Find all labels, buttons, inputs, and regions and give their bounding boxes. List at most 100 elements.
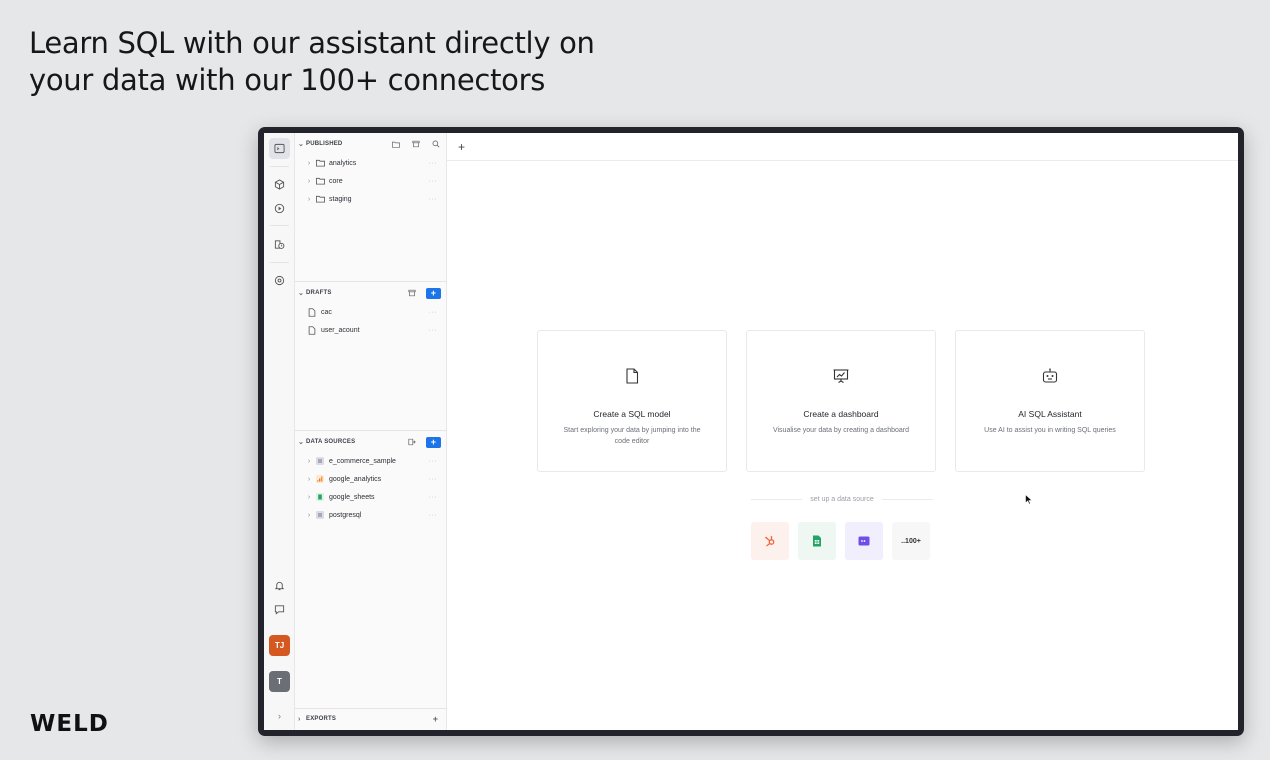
section-divider xyxy=(295,281,447,282)
chevron-down-icon[interactable]: ⌄ xyxy=(298,438,306,446)
workspace-avatar[interactable]: T xyxy=(269,671,290,692)
expand-icon[interactable]: › xyxy=(269,705,290,726)
more-icon[interactable]: ··· xyxy=(429,327,438,334)
chevron-right-icon[interactable]: › xyxy=(304,458,314,465)
more-icon[interactable]: ··· xyxy=(429,476,438,483)
datasource-label: set up a data source xyxy=(810,496,874,503)
sidebar: ⌄ PUBLISHED › analytics ··· › core ··· ›… xyxy=(295,133,447,730)
published-header[interactable]: ⌄ PUBLISHED xyxy=(295,134,447,154)
more-icon[interactable]: ··· xyxy=(429,458,438,465)
headline: Learn SQL with our assistant directly on… xyxy=(29,25,595,99)
folder-icon xyxy=(314,176,326,186)
main-area: + Create a SQL model Start exploring you… xyxy=(447,133,1238,730)
action-cards: Create a SQL model Start exploring your … xyxy=(537,330,1145,472)
hubspot-connector[interactable] xyxy=(751,522,789,560)
rail-divider xyxy=(270,166,289,167)
presentation-chart-icon xyxy=(833,369,849,383)
app-screen: TJ T › ⌄ PUBLISHED › analytics ··· › cor… xyxy=(264,133,1238,730)
card-description: Visualise your data by creating a dashbo… xyxy=(772,427,910,434)
folder-row-core[interactable]: › core ··· xyxy=(295,172,447,190)
folder-icon xyxy=(314,194,326,204)
create-sql-model-card[interactable]: Create a SQL model Start exploring your … xyxy=(537,330,727,472)
add-export-button[interactable]: + xyxy=(430,714,441,725)
chevron-right-icon[interactable]: › xyxy=(304,512,314,519)
ai-sql-assistant-card[interactable]: AI SQL Assistant Use AI to assist you in… xyxy=(955,330,1145,472)
data-sources-section: ⌄ DATA SOURCES + › e_commerce_sample ···… xyxy=(295,432,447,524)
more-icon[interactable]: ··· xyxy=(429,160,438,167)
chevron-down-icon[interactable]: ⌄ xyxy=(298,140,306,148)
chevron-right-icon[interactable]: › xyxy=(304,476,314,483)
chat-icon[interactable] xyxy=(269,599,290,620)
history-icon[interactable] xyxy=(269,234,290,255)
file-icon xyxy=(306,325,318,335)
play-icon[interactable] xyxy=(269,198,290,219)
user-avatar[interactable]: TJ xyxy=(269,635,290,656)
new-tab-button[interactable]: + xyxy=(458,140,465,154)
bell-icon[interactable] xyxy=(269,575,290,596)
card-description: Start exploring your data by jumping int… xyxy=(563,427,701,445)
source-row-google-sheets[interactable]: › google_sheets ··· xyxy=(295,488,447,506)
cube-icon[interactable] xyxy=(269,174,290,195)
drafts-header[interactable]: ⌄ DRAFTS + xyxy=(295,283,447,303)
folder-row-analytics[interactable]: › analytics ··· xyxy=(295,154,447,172)
settings-icon[interactable] xyxy=(269,270,290,291)
exports-header[interactable]: › EXPORTS + xyxy=(295,709,447,729)
card-title: Create a dashboard xyxy=(803,409,879,419)
more-connectors-button[interactable]: ..100+ xyxy=(892,522,930,560)
published-title: PUBLISHED xyxy=(306,141,343,147)
chevron-right-icon[interactable]: › xyxy=(298,716,306,723)
source-row-google-analytics[interactable]: › google_analytics ··· xyxy=(295,470,447,488)
add-draft-button[interactable]: + xyxy=(426,287,441,299)
database-icon xyxy=(314,456,326,466)
data-sources-header[interactable]: ⌄ DATA SOURCES + xyxy=(295,432,447,452)
card-title: AI SQL Assistant xyxy=(1018,409,1082,419)
search-icon[interactable] xyxy=(430,139,441,150)
drafts-section: ⌄ DRAFTS + cac ··· user_acount ··· xyxy=(295,283,447,339)
exports-section: › EXPORTS + xyxy=(295,709,447,729)
connect-icon[interactable] xyxy=(406,437,417,448)
draft-row-cac[interactable]: cac ··· xyxy=(295,303,447,321)
create-dashboard-card[interactable]: Create a dashboard Visualise your data b… xyxy=(746,330,936,472)
more-icon[interactable]: ··· xyxy=(429,196,438,203)
archive-icon[interactable] xyxy=(410,139,421,150)
icon-rail: TJ T › xyxy=(264,133,295,730)
card-title: Create a SQL model xyxy=(593,409,671,419)
section-divider xyxy=(295,430,447,431)
chevron-down-icon[interactable]: ⌄ xyxy=(298,289,306,297)
google-analytics-icon xyxy=(314,474,326,484)
terminal-icon[interactable] xyxy=(269,138,290,159)
folder-row-staging[interactable]: › staging ··· xyxy=(295,190,447,208)
headline-line-1: Learn SQL with our assistant directly on xyxy=(29,26,595,60)
exports-title: EXPORTS xyxy=(306,716,337,722)
file-icon xyxy=(626,368,639,384)
archive-icon[interactable] xyxy=(406,288,417,299)
google-sheets-icon xyxy=(314,492,326,502)
google-sheets-icon xyxy=(813,535,821,547)
chevron-right-icon[interactable]: › xyxy=(304,196,314,203)
headline-line-2: your data with our 100+ connectors xyxy=(29,63,546,97)
mouse-cursor-icon xyxy=(1025,494,1033,505)
add-data-source-button[interactable]: + xyxy=(426,436,441,448)
more-icon[interactable]: ··· xyxy=(429,494,438,501)
source-row-e-commerce-sample[interactable]: › e_commerce_sample ··· xyxy=(295,452,447,470)
more-icon[interactable]: ··· xyxy=(429,309,438,316)
more-icon[interactable]: ··· xyxy=(429,178,438,185)
chat-widget-connector[interactable] xyxy=(845,522,883,560)
hubspot-icon xyxy=(765,536,775,547)
source-row-postgresql[interactable]: › postgresql ··· xyxy=(295,506,447,524)
published-section: ⌄ PUBLISHED › analytics ··· › core ··· ›… xyxy=(295,134,447,208)
file-icon xyxy=(306,307,318,317)
more-icon[interactable]: ··· xyxy=(429,512,438,519)
data-sources-title: DATA SOURCES xyxy=(306,439,356,445)
chevron-right-icon[interactable]: › xyxy=(304,494,314,501)
google-sheets-connector[interactable] xyxy=(798,522,836,560)
rail-divider xyxy=(270,262,289,263)
chevron-right-icon[interactable]: › xyxy=(304,160,314,167)
drafts-title: DRAFTS xyxy=(306,290,332,296)
chevron-right-icon[interactable]: › xyxy=(304,178,314,185)
chat-widget-icon xyxy=(858,536,870,546)
divider-line xyxy=(751,499,803,500)
new-folder-icon[interactable] xyxy=(390,139,401,150)
draft-row-user-acount[interactable]: user_acount ··· xyxy=(295,321,447,339)
divider-line xyxy=(881,499,933,500)
